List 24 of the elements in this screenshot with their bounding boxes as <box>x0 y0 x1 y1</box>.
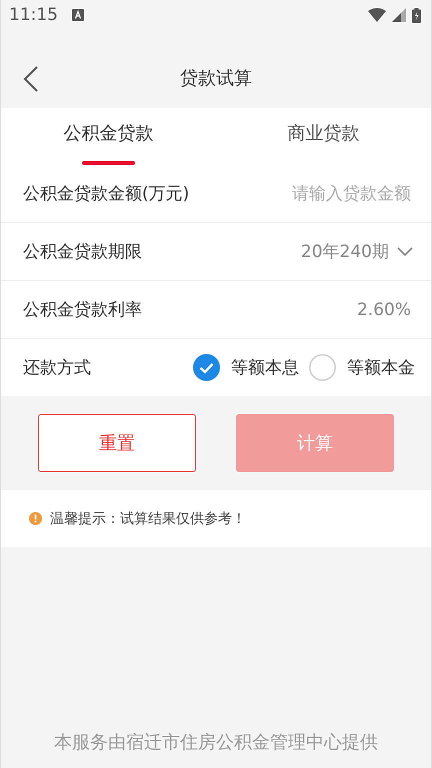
tab[interactable]: 商业贷款 <box>216 108 431 165</box>
wifi-icon <box>368 8 386 22</box>
field-label: 公积金贷款金额(万元) <box>23 183 190 205</box>
page-title: 贷款试算 <box>180 67 252 90</box>
radio-checked-icon[interactable] <box>193 354 220 381</box>
reset-button[interactable]: 重置 <box>38 414 196 472</box>
field-label: 公积金贷款期限 <box>23 241 142 263</box>
notification-icon <box>72 9 84 21</box>
radio-label[interactable]: 等额本金 <box>347 356 415 379</box>
battery-icon <box>412 8 421 22</box>
field-label: 公积金贷款利率 <box>23 299 142 321</box>
tip-text: 温馨提示：试算结果仅供参考！ <box>50 510 246 528</box>
term-dropdown[interactable]: 20年240期 <box>300 240 413 263</box>
radio-unchecked-icon[interactable] <box>309 354 336 381</box>
back-icon[interactable] <box>23 66 39 92</box>
rate-value: 2.60% <box>356 300 411 320</box>
warning-icon <box>29 512 42 525</box>
signal-icon <box>392 8 406 22</box>
tab[interactable]: 公积金贷款 <box>1 108 216 165</box>
radio-label[interactable]: 等额本息 <box>231 356 299 379</box>
field-label: 还款方式 <box>23 357 91 379</box>
footer-text: 本服务由宿迁市住房公积金管理中心提供 <box>54 732 378 753</box>
status-time: 11:15 <box>9 5 58 25</box>
chevron-down-icon <box>397 246 413 256</box>
